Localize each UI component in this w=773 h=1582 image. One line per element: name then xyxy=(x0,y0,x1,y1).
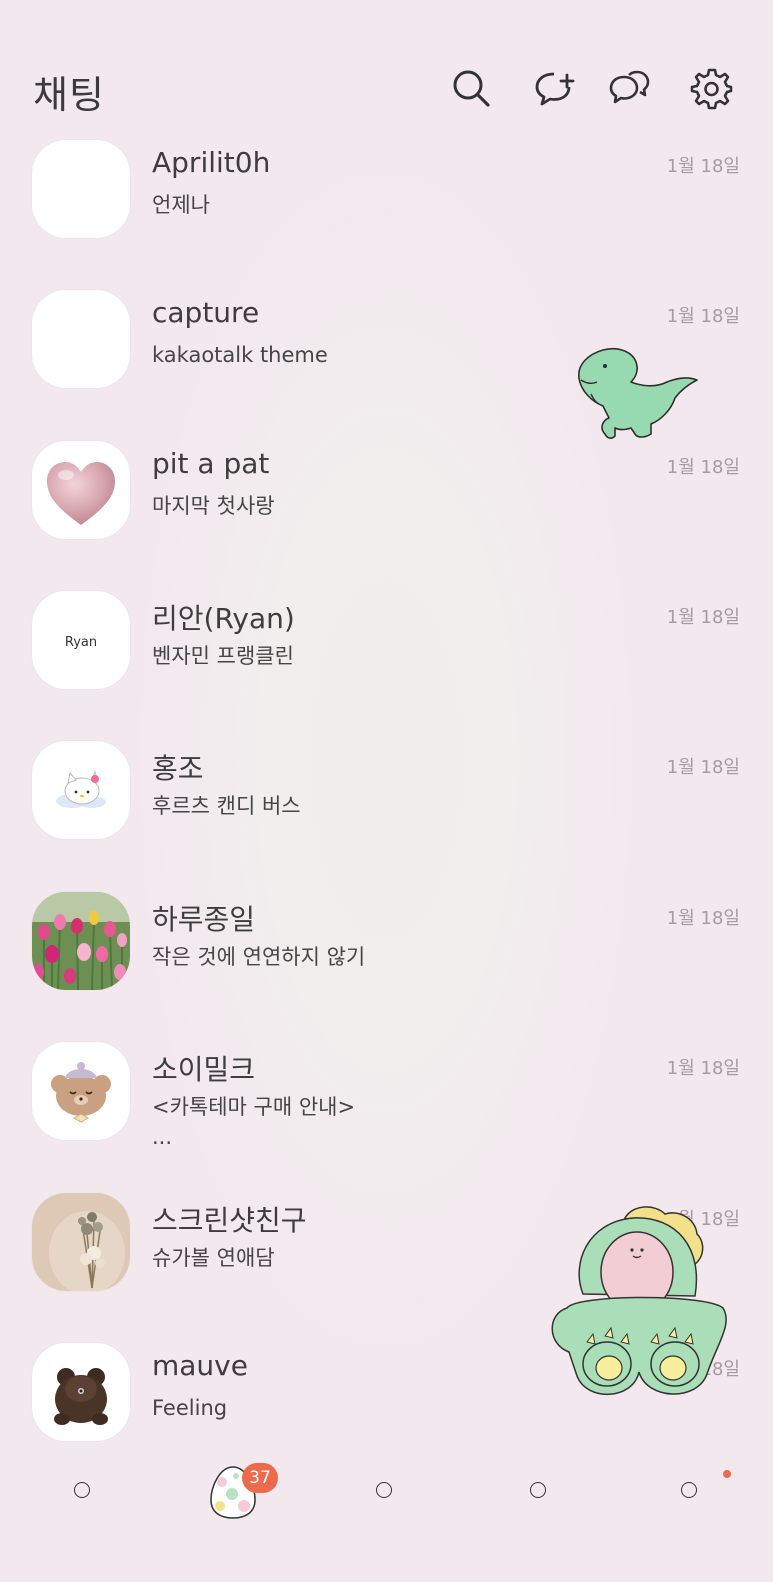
chat-timestamp: 1월 18일 xyxy=(666,607,740,628)
teddy-bear-icon xyxy=(51,1062,111,1123)
chat-list-item[interactable]: Aprilit0h 언제나 1월 18일 xyxy=(0,136,773,256)
avatar xyxy=(32,1343,130,1441)
shopping-tab[interactable] xyxy=(530,1482,546,1498)
more-tab[interactable] xyxy=(681,1482,697,1498)
chat-last-message: 슈가볼 연애담 xyxy=(152,1246,275,1270)
chat-last-message: 후르츠 캔디 버스 xyxy=(152,794,301,818)
chat-last-message: 벤자민 프랭클린 xyxy=(152,644,294,668)
brown-bear-plush-icon xyxy=(54,1368,108,1425)
dried-flowers-photo xyxy=(32,1193,130,1291)
avatar xyxy=(32,441,130,539)
chat-list-item[interactable]: Ryan 리안(Ryan) 벤자민 프랭클린 1월 18일 xyxy=(0,587,773,707)
chat-last-message: 마지막 첫사랑 xyxy=(152,494,275,518)
chat-list-item[interactable]: 소이밀크 <카톡테마 구매 안내> ... 1월 18일 xyxy=(0,1038,773,1158)
new-chat-icon[interactable] xyxy=(532,66,576,110)
chat-timestamp: 1월 18일 xyxy=(666,156,740,177)
pink-heart-icon xyxy=(47,462,115,525)
chat-last-message: kakaotalk theme xyxy=(152,343,328,367)
chat-timestamp: 1월 18일 xyxy=(666,757,740,778)
chat-name: Aprilit0h xyxy=(152,146,271,179)
chat-name: pit a pat xyxy=(152,447,270,480)
chat-name: capture xyxy=(152,296,260,329)
chat-last-message: Feeling xyxy=(152,1396,228,1420)
bottom-nav: 37 xyxy=(0,1450,773,1530)
avatar xyxy=(32,290,130,388)
dino-costume-character-icon xyxy=(547,1204,733,1402)
page-title: 채팅 xyxy=(33,73,105,117)
open-chat-icon[interactable] xyxy=(607,66,651,110)
avatar-text: Ryan xyxy=(65,635,97,650)
avatar xyxy=(32,892,130,990)
avatar xyxy=(32,140,130,238)
settings-icon[interactable] xyxy=(689,66,733,110)
chat-name: 스크린샷친구 xyxy=(152,1204,307,1237)
avatar: Ryan xyxy=(32,591,130,689)
ryan-text-avatar: Ryan xyxy=(65,635,97,650)
chat-timestamp: 1월 18일 xyxy=(666,457,740,478)
hello-kitty-icon xyxy=(56,770,106,808)
chat-list-item[interactable]: 하루종일 작은 것에 연연하지 않기 1월 18일 xyxy=(0,888,773,1008)
chat-last-message: <카톡테마 구매 안내> ... xyxy=(152,1095,356,1149)
chat-name: 소이밀크 xyxy=(152,1053,256,1086)
chat-timestamp: 1월 18일 xyxy=(666,306,740,327)
avatar xyxy=(32,741,130,839)
friends-tab[interactable] xyxy=(74,1482,90,1498)
chat-list-item[interactable]: 홍조 후르츠 캔디 버스 1월 18일 xyxy=(0,737,773,857)
avatar xyxy=(32,1193,130,1291)
chat-name: 리안(Ryan) xyxy=(152,602,295,635)
notification-dot xyxy=(723,1470,731,1478)
tulips-photo xyxy=(32,892,130,990)
avatar xyxy=(32,1042,130,1140)
header: 채팅 xyxy=(0,0,773,140)
chat-last-message: 언제나 xyxy=(152,193,210,217)
chat-name: 홍조 xyxy=(152,752,204,785)
chat-name: mauve xyxy=(152,1349,248,1382)
dinosaur-icon xyxy=(575,336,705,446)
chat-list-item[interactable]: pit a pat 마지막 첫사랑 1월 18일 xyxy=(0,437,773,557)
chat-timestamp: 1월 18일 xyxy=(666,1058,740,1079)
view-tab[interactable] xyxy=(376,1482,392,1498)
unread-badge: 37 xyxy=(242,1463,278,1493)
chat-timestamp: 1월 18일 xyxy=(666,908,740,929)
search-icon[interactable] xyxy=(449,66,493,110)
chat-name: 하루종일 xyxy=(152,903,256,936)
chat-last-message: 작은 것에 연연하지 않기 xyxy=(152,945,366,969)
